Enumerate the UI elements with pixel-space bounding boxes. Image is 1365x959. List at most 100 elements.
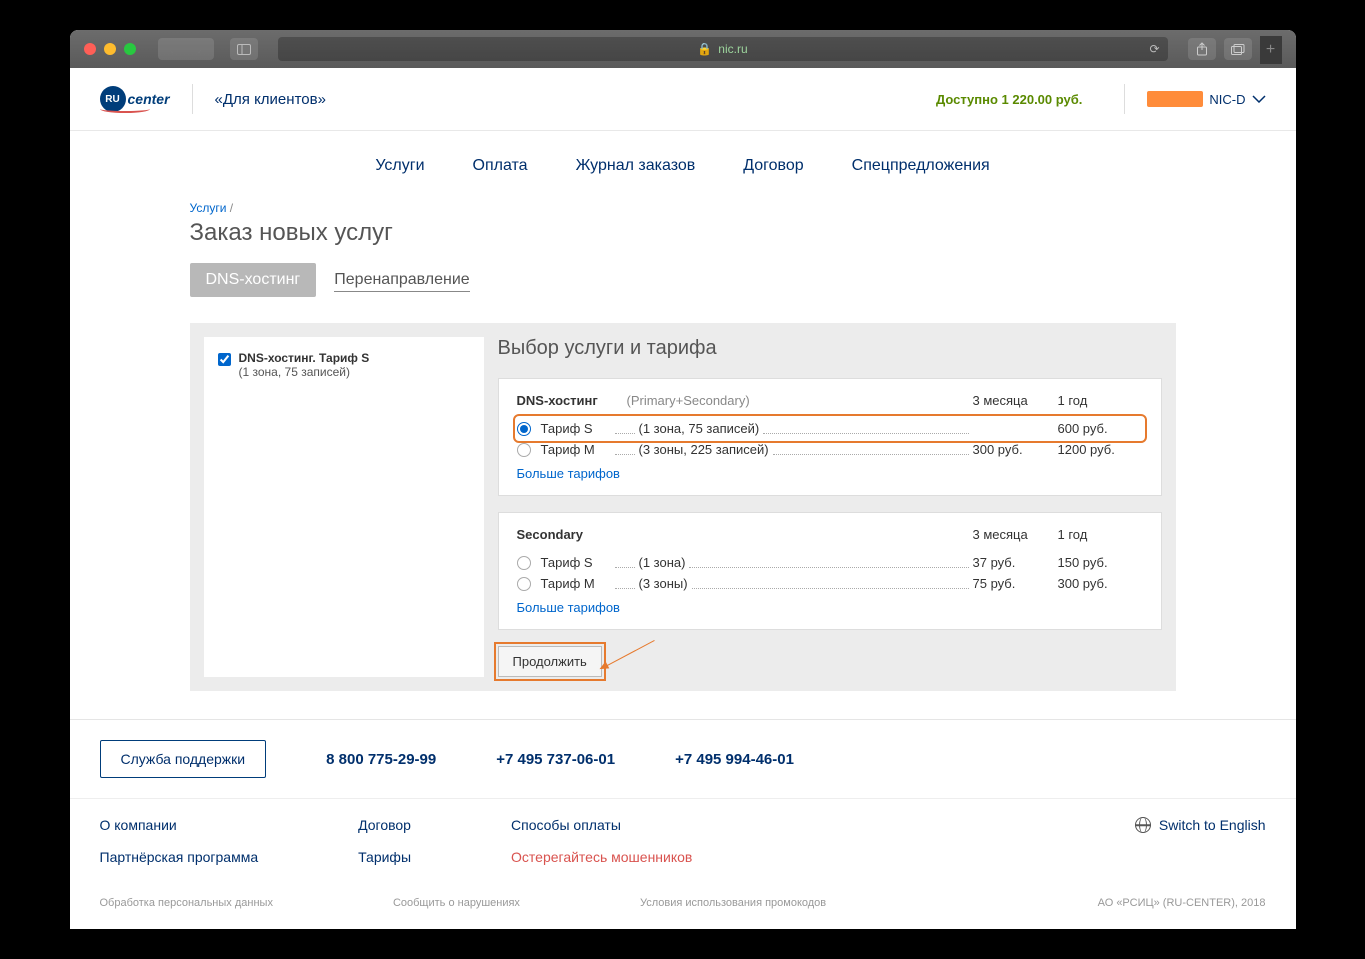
tariff-row[interactable]: Тариф S (1 зона) 37 руб. 150 руб. [517, 552, 1143, 573]
price-1y: 300 руб. [1058, 576, 1143, 591]
divider [1124, 84, 1125, 114]
col-1y: 1 год [1058, 527, 1143, 542]
tabs-button[interactable] [1224, 38, 1252, 60]
section-heading: Выбор услуги и тарифа [498, 337, 1162, 360]
phone-3: +7 495 994-46-01 [675, 751, 794, 768]
tariff-name: Тариф M [541, 442, 611, 457]
window-controls [84, 43, 136, 55]
reload-icon[interactable]: ⟳ [1149, 42, 1159, 56]
price-3m: 75 руб. [973, 576, 1058, 591]
phone-1: 8 800 775-29-99 [326, 751, 436, 768]
chevron-down-icon [1252, 95, 1266, 103]
maximize-window-icon[interactable] [124, 43, 136, 55]
radio-icon[interactable] [517, 422, 531, 436]
logo[interactable]: RU center [100, 86, 170, 112]
back-button[interactable]: ‹ [158, 38, 186, 60]
tariff-desc: (3 зоны) [639, 576, 688, 591]
account-menu[interactable]: NIC-D [1147, 91, 1265, 107]
tab-redirect[interactable]: Перенаправление [334, 269, 469, 292]
tariff-name: Тариф M [541, 576, 611, 591]
block-name: DNS-хостинг [517, 393, 627, 408]
lock-icon: 🔒 [697, 42, 712, 56]
cart-item-sub: (1 зона, 75 записей) [239, 365, 370, 379]
new-tab-button[interactable]: + [1260, 36, 1282, 64]
account-suffix: NIC-D [1209, 92, 1245, 107]
phone-2: +7 495 737-06-01 [496, 751, 615, 768]
footer-link[interactable]: Остерегайтесь мошенников [511, 849, 692, 865]
site-header: RU center «Для клиентов» Доступно 1 220.… [70, 68, 1296, 131]
col-3m: 3 месяца [973, 393, 1058, 408]
divider [192, 84, 193, 114]
footer-partner[interactable]: Партнёрская программа [100, 849, 259, 865]
order-panel: DNS-хостинг. Тариф S (1 зона, 75 записей… [190, 323, 1176, 691]
footer-about[interactable]: О компании [100, 817, 259, 833]
nav-contract[interactable]: Договор [743, 157, 803, 175]
radio-icon[interactable] [517, 556, 531, 570]
copyright: АО «РСИЦ» (RU-CENTER), 2018 [1098, 897, 1266, 909]
tabs: DNS-хостинг Перенаправление [190, 263, 1176, 297]
balance: Доступно 1 220.00 руб. [936, 92, 1082, 107]
legal-row: Обработка персональных данных Сообщить о… [70, 883, 1296, 929]
more-tariffs-link[interactable]: Больше тарифов [517, 466, 620, 481]
nav-services[interactable]: Услуги [375, 157, 424, 175]
globe-icon [1135, 817, 1151, 833]
block-sub [627, 527, 973, 542]
tariff-row[interactable]: Тариф M (3 зоны) 75 руб. 300 руб. [517, 573, 1143, 594]
url-host: nic.ru [718, 42, 747, 56]
price-3m: 37 руб. [973, 555, 1058, 570]
tariff-block: Secondary 3 месяца 1 год Тариф S (1 зона… [498, 512, 1162, 630]
language-switch[interactable]: Switch to English [1135, 817, 1266, 833]
cart-sidebar: DNS-хостинг. Тариф S (1 зона, 75 записей… [204, 337, 484, 677]
support-row: Служба поддержки 8 800 775-29-99 +7 495 … [70, 719, 1296, 798]
block-name: Secondary [517, 527, 627, 542]
tariff-row[interactable]: Тариф S (1 зона, 75 записей) 600 руб. [517, 418, 1143, 439]
minimize-window-icon[interactable] [104, 43, 116, 55]
browser-chrome: ‹ › 🔒 nic.ru ⟳ + [70, 30, 1296, 68]
language-label: Switch to English [1159, 817, 1266, 833]
block-sub: (Primary+Secondary) [627, 393, 973, 408]
footer-tariffs[interactable]: Тарифы [358, 849, 411, 865]
support-button[interactable]: Служба поддержки [100, 740, 267, 778]
tariff-row[interactable]: Тариф M (3 зоны, 225 записей) 300 руб. 1… [517, 439, 1143, 460]
radio-icon[interactable] [517, 443, 531, 457]
footer-links: О компании Партнёрская программа Договор… [70, 798, 1296, 883]
continue-button[interactable]: Продолжить [498, 646, 602, 677]
tariff-desc: (1 зона) [639, 555, 686, 570]
tab-dns-hosting[interactable]: DNS-хостинг [190, 263, 317, 297]
price-1y: 1200 руб. [1058, 442, 1143, 457]
page-title: Заказ новых услуг [190, 219, 1176, 247]
breadcrumb-link[interactable]: Услуги [190, 201, 227, 215]
footer-link[interactable]: Способы оплаты [511, 817, 692, 833]
radio-icon[interactable] [517, 577, 531, 591]
sidebar-button[interactable] [230, 38, 258, 60]
col-3m: 3 месяца [973, 527, 1058, 542]
cart-item-checkbox[interactable] [218, 353, 231, 366]
price-3m: 300 руб. [973, 442, 1058, 457]
legal-report[interactable]: Сообщить о нарушениях [393, 897, 520, 909]
footer-contract[interactable]: Договор [358, 817, 411, 833]
address-bar[interactable]: 🔒 nic.ru ⟳ [278, 37, 1168, 61]
tariff-desc: (3 зоны, 225 записей) [639, 442, 769, 457]
legal-promo[interactable]: Условия использования промокодов [640, 897, 826, 909]
cart-item-title: DNS-хостинг. Тариф S [239, 351, 370, 365]
legal-privacy[interactable]: Обработка персональных данных [100, 897, 273, 909]
nav-offers[interactable]: Спецпредложения [852, 157, 990, 175]
account-id-redacted [1147, 91, 1203, 107]
main-nav: Услуги Оплата Журнал заказов Договор Спе… [70, 131, 1296, 201]
breadcrumb: Услуги / [190, 201, 1176, 215]
tariff-desc: (1 зона, 75 записей) [639, 421, 760, 436]
main-area: Выбор услуги и тарифа DNS-хостинг (Prima… [498, 337, 1162, 677]
col-1y: 1 год [1058, 393, 1143, 408]
more-tariffs-link[interactable]: Больше тарифов [517, 600, 620, 615]
cart-item: DNS-хостинг. Тариф S (1 зона, 75 записей… [218, 351, 470, 379]
clients-link[interactable]: «Для клиентов» [215, 91, 326, 108]
close-window-icon[interactable] [84, 43, 96, 55]
forward-button[interactable]: › [186, 38, 214, 60]
nav-orders[interactable]: Журнал заказов [576, 157, 696, 175]
tariff-name: Тариф S [541, 421, 611, 436]
price-1y: 600 руб. [1058, 421, 1143, 436]
nav-payment[interactable]: Оплата [473, 157, 528, 175]
price-1y: 150 руб. [1058, 555, 1143, 570]
share-button[interactable] [1188, 38, 1216, 60]
tariff-block: DNS-хостинг (Primary+Secondary) 3 месяца… [498, 378, 1162, 496]
